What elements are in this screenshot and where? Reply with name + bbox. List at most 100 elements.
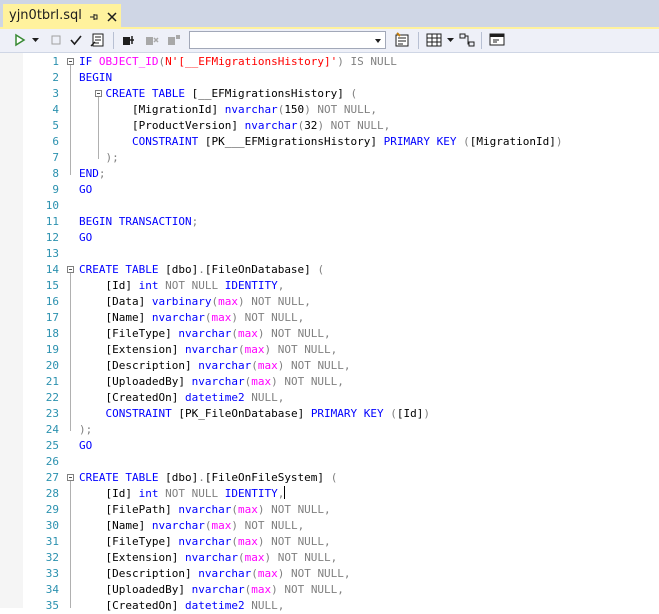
code-line[interactable]: 33 [Description] nvarchar(max) NOT NULL, <box>0 566 659 582</box>
document-tab[interactable]: yjn0tbrl.sql <box>3 4 121 27</box>
code-token: max <box>244 551 265 564</box>
sql-code-editor[interactable]: 1 IF OBJECT_ID(N'[__EFMigrationsHistory]'… <box>0 53 659 612</box>
code-text: [Id] int NOT NULL IDENTITY, <box>79 278 284 294</box>
code-token: ) NOT NULL, <box>317 119 391 132</box>
line-number: 13 <box>45 247 59 260</box>
code-line[interactable]: 18 [FileType] nvarchar(max) NOT NULL, <box>0 326 659 342</box>
code-token: ( <box>251 359 258 372</box>
code-line[interactable]: 4 [MigrationId] nvarchar(150) NOT NULL, <box>0 102 659 118</box>
code-line[interactable]: 26 <box>0 454 659 470</box>
code-line[interactable]: 24); <box>0 422 659 438</box>
line-number: 18 <box>45 327 59 340</box>
code-token: [FilePath] <box>79 503 179 516</box>
code-line[interactable]: 35 [CreatedOn] datetime2 NULL, <box>0 598 659 614</box>
code-line[interactable]: 27 CREATE TABLE [dbo].[FileOnFileSystem] … <box>0 470 659 486</box>
code-token: ; <box>98 167 106 180</box>
parse-checkmark-icon[interactable] <box>68 31 84 49</box>
results-to-text-icon[interactable] <box>394 31 410 49</box>
sql-cmd-mode-icon[interactable] <box>489 31 505 49</box>
execution-plan-icon[interactable] <box>90 31 106 49</box>
code-token: ) <box>555 135 563 148</box>
code-token: [UploadedBy] <box>79 583 192 596</box>
code-line[interactable]: 16 [Data] varbinary(max) NOT NULL, <box>0 294 659 310</box>
document-tab-bar: yjn0tbrl.sql <box>0 0 659 27</box>
code-token: max <box>251 583 272 596</box>
code-line[interactable]: 21 [UploadedBy] nvarchar(max) NOT NULL, <box>0 374 659 390</box>
code-token: nvarchar <box>191 583 245 596</box>
stop-icon[interactable] <box>48 31 64 49</box>
execute-dropdown-icon[interactable] <box>30 31 40 49</box>
code-line[interactable]: 7 ); <box>0 150 659 166</box>
results-to-grid-icon[interactable] <box>426 31 442 49</box>
code-line[interactable]: 20 [Description] nvarchar(max) NOT NULL, <box>0 358 659 374</box>
code-line[interactable]: 28 [Id] int NOT NULL IDENTITY, <box>0 486 659 502</box>
code-token: ) NOT NULL, <box>231 311 305 324</box>
code-line[interactable]: 25 GO <box>0 438 659 454</box>
database-select[interactable] <box>189 31 386 49</box>
disconnect-icon[interactable] <box>144 31 160 49</box>
code-token: ) <box>423 407 431 420</box>
line-number: 11 <box>45 215 59 228</box>
code-line[interactable]: 5 [ProductVersion] nvarchar(32) NOT NULL… <box>0 118 659 134</box>
collapse-toggle-icon[interactable] <box>67 58 74 65</box>
connect-icon[interactable] <box>121 31 137 49</box>
execute-icon[interactable] <box>12 31 28 49</box>
code-line[interactable]: 13 <box>0 246 659 262</box>
query-designer-icon[interactable] <box>459 31 475 49</box>
code-line[interactable]: 2 BEGIN <box>0 70 659 86</box>
code-token: PRIMARY KEY <box>310 407 391 420</box>
line-number: 34 <box>45 583 59 596</box>
code-token: ( <box>390 407 397 420</box>
line-number: 35 <box>45 599 59 612</box>
code-line[interactable]: 10 <box>0 198 659 214</box>
code-line[interactable]: 23 CONSTRAINT [PK_FileOnDatabase] PRIMAR… <box>0 406 659 422</box>
code-line[interactable]: 30 [Name] nvarchar(max) NOT NULL, <box>0 518 659 534</box>
code-line[interactable]: 22 [CreatedOn] datetime2 NULL, <box>0 390 659 406</box>
code-token: [Id] <box>396 407 424 420</box>
code-line[interactable]: 14 CREATE TABLE [dbo].[FileOnDatabase] ( <box>0 262 659 278</box>
code-line[interactable]: 6 CONSTRAINT [PK___EFMigrationsHistory] … <box>0 134 659 150</box>
line-number: 16 <box>45 295 59 308</box>
code-text: [ProductVersion] nvarchar(32) NOT NULL, <box>79 118 390 134</box>
pin-icon[interactable] <box>88 8 100 20</box>
code-text: CREATE TABLE [dbo].[FileOnDatabase] ( <box>79 262 324 278</box>
collapse-toggle-icon[interactable] <box>67 474 74 481</box>
code-line[interactable]: 9 GO <box>0 182 659 198</box>
code-token: IF <box>79 55 99 68</box>
code-token: BEGIN <box>79 71 113 84</box>
code-line[interactable]: 3 CREATE TABLE [__EFMigrationsHistory] ( <box>0 86 659 102</box>
code-line[interactable]: 29 [FilePath] nvarchar(max) NOT NULL, <box>0 502 659 518</box>
code-line[interactable]: 15 [Id] int NOT NULL IDENTITY, <box>0 278 659 294</box>
collapse-toggle-icon[interactable] <box>67 266 74 273</box>
change-connection-icon[interactable] <box>166 31 182 49</box>
code-token: [dbo] <box>165 471 199 484</box>
code-token: [FileType] <box>79 327 179 340</box>
code-text: CREATE TABLE [__EFMigrationsHistory] ( <box>79 86 358 102</box>
code-line[interactable]: 32 [Extension] nvarchar(max) NOT NULL, <box>0 550 659 566</box>
code-line[interactable]: 1 IF OBJECT_ID(N'[__EFMigrationsHistory]'… <box>0 54 659 70</box>
code-token: 32 <box>304 119 318 132</box>
results-dropdown-icon[interactable] <box>445 31 455 49</box>
code-token: [Name] <box>79 311 152 324</box>
code-token: IDENTITY <box>224 487 278 500</box>
code-token: GO <box>79 231 93 244</box>
line-number: 28 <box>45 487 59 500</box>
line-number: 1 <box>52 55 59 68</box>
code-line[interactable]: 12 GO <box>0 230 659 246</box>
code-token: [Description] <box>79 567 199 580</box>
code-token: ( <box>237 551 245 564</box>
close-icon[interactable] <box>106 8 118 22</box>
code-token: END <box>79 167 99 180</box>
code-line[interactable]: 17 [Name] nvarchar(max) NOT NULL, <box>0 310 659 326</box>
code-token: [FileOnFileSystem] <box>204 471 331 484</box>
code-token: max <box>244 343 265 356</box>
code-line[interactable]: 31 [FileType] nvarchar(max) NOT NULL, <box>0 534 659 550</box>
code-token: max <box>211 311 232 324</box>
code-line[interactable]: 19 [Extension] nvarchar(max) NOT NULL, <box>0 342 659 358</box>
code-token: [PK___EFMigrationsHistory] <box>204 135 384 148</box>
code-token: ( <box>330 471 338 484</box>
code-line[interactable]: 34 [UploadedBy] nvarchar(max) NOT NULL, <box>0 582 659 598</box>
code-line[interactable]: 11 BEGIN TRANSACTION; <box>0 214 659 230</box>
code-line[interactable]: 8 END; <box>0 166 659 182</box>
